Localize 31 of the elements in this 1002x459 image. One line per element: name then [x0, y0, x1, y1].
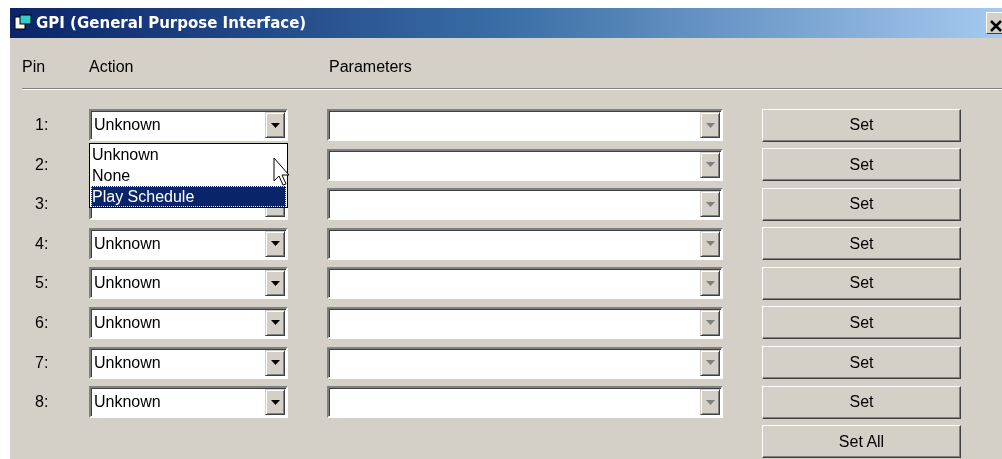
close-button[interactable] [986, 12, 1002, 34]
action-dropdown[interactable]: Unknown [89, 306, 288, 339]
window-icon [14, 14, 32, 32]
set-button[interactable]: Set [762, 266, 961, 300]
pin-label: 4: [35, 234, 49, 252]
column-header: Parameters [329, 58, 412, 75]
pin-label: 3: [35, 195, 49, 213]
column-header: Pin [22, 58, 46, 75]
pin-label: 8: [35, 393, 49, 411]
set-all-button[interactable]: Set All [762, 425, 961, 459]
set-button[interactable]: Set [762, 108, 961, 142]
window-title: GPI (General Purpose Interface) [36, 12, 307, 34]
pin-label: 5: [35, 274, 49, 292]
dropdown-option[interactable]: Play Schedule [91, 186, 286, 207]
action-dropdown[interactable]: Unknown [89, 109, 288, 141]
pin-label: 2: [35, 155, 49, 173]
action-dropdown[interactable]: Unknown [89, 346, 288, 379]
pin-label: 6: [35, 313, 49, 331]
pin-label: 1: [35, 116, 49, 133]
pin-label: 7: [35, 353, 49, 371]
action-dropdown[interactable]: Unknown [89, 227, 288, 260]
set-button[interactable]: Set [762, 148, 961, 182]
action-dropdown[interactable]: Unknown [89, 267, 288, 300]
action-dropdown[interactable]: Unknown [89, 386, 288, 419]
set-button[interactable]: Set [762, 227, 961, 261]
set-button[interactable]: Set [762, 385, 961, 419]
set-button[interactable]: Set [762, 187, 961, 221]
set-button[interactable]: Set [762, 346, 961, 380]
column-header: Action [89, 58, 134, 75]
dropdown-option[interactable]: Unknown [91, 144, 286, 165]
set-button[interactable]: Set [762, 306, 961, 340]
